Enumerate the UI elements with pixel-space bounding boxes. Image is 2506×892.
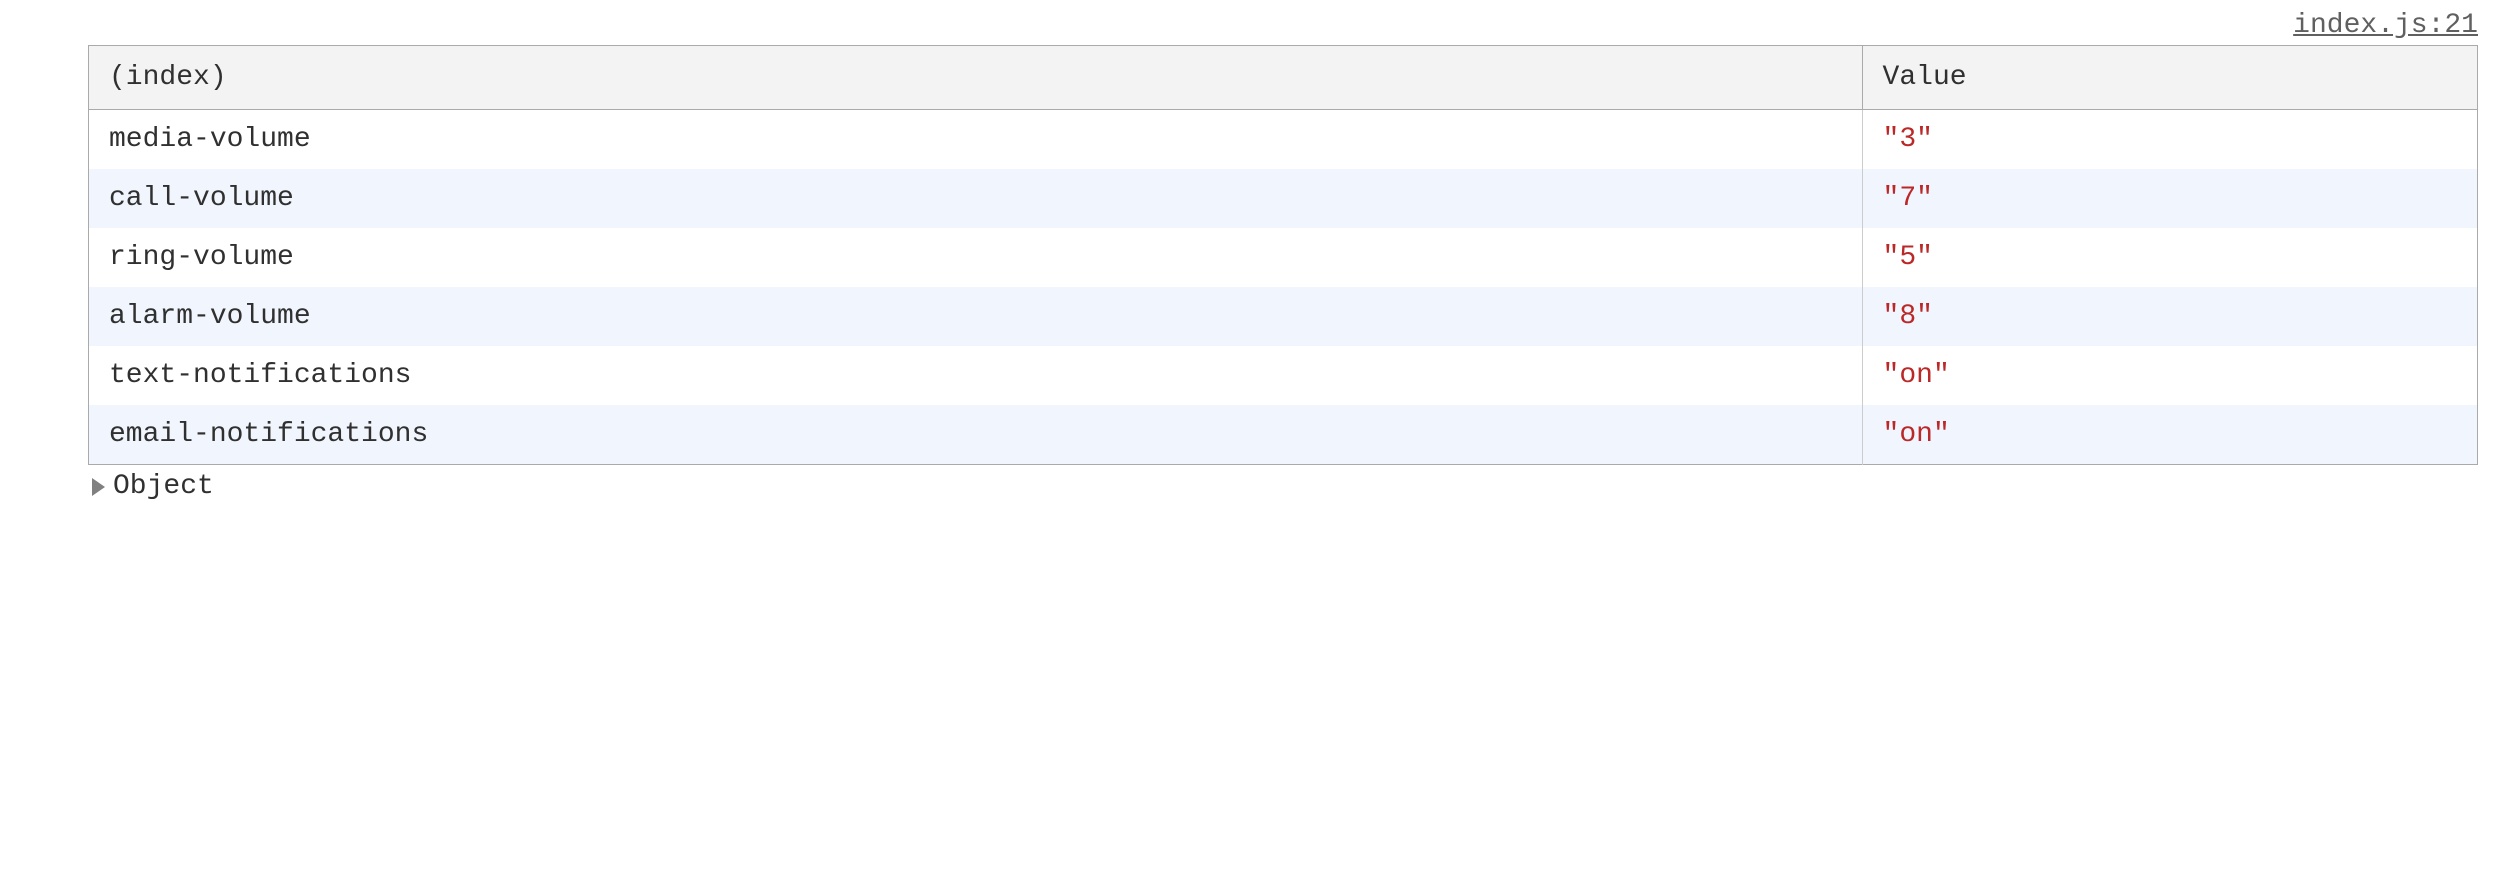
cell-index: call-volume [89, 169, 1863, 228]
cell-value: "on" [1862, 346, 2477, 405]
source-link[interactable]: index.js:21 [2293, 10, 2478, 41]
table-row: ring-volume "5" [89, 228, 2478, 287]
cell-value: "7" [1862, 169, 2477, 228]
cell-index: ring-volume [89, 228, 1863, 287]
object-expander[interactable]: Object [8, 465, 2498, 502]
console-table: (index) Value media-volume "3" call-volu… [88, 45, 2478, 465]
table-row: call-volume "7" [89, 169, 2478, 228]
column-header-index[interactable]: (index) [89, 46, 1863, 110]
table-row: text-notifications "on" [89, 346, 2478, 405]
cell-index: text-notifications [89, 346, 1863, 405]
source-link-row: index.js:21 [8, 10, 2498, 45]
cell-value: "on" [1862, 405, 2477, 465]
cell-index: email-notifications [89, 405, 1863, 465]
table-row: alarm-volume "8" [89, 287, 2478, 346]
table-row: email-notifications "on" [89, 405, 2478, 465]
table-row: media-volume "3" [89, 110, 2478, 170]
cell-index: media-volume [89, 110, 1863, 170]
cell-index: alarm-volume [89, 287, 1863, 346]
cell-value: "8" [1862, 287, 2477, 346]
column-header-value[interactable]: Value [1862, 46, 2477, 110]
object-label: Object [113, 471, 214, 502]
console-table-wrapper: (index) Value media-volume "3" call-volu… [8, 45, 2498, 465]
cell-value: "5" [1862, 228, 2477, 287]
cell-value: "3" [1862, 110, 2477, 170]
table-header-row: (index) Value [89, 46, 2478, 110]
disclosure-triangle-icon [92, 478, 105, 496]
